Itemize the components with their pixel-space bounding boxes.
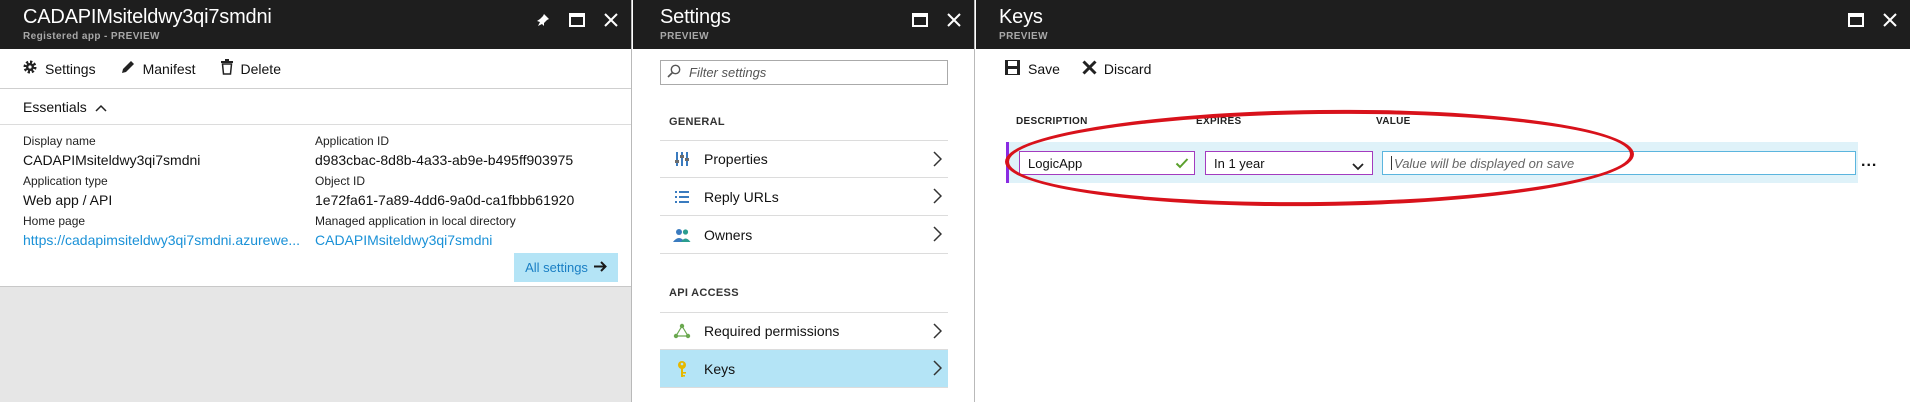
- sidebar-item-reply-urls[interactable]: Reply URLs: [660, 178, 948, 216]
- close-icon[interactable]: [1880, 10, 1900, 30]
- sidebar-item-properties[interactable]: Properties: [660, 140, 948, 178]
- settings-blade-title: Settings: [660, 6, 731, 28]
- all-settings-label: All settings: [525, 260, 588, 275]
- description-column-header: DESCRIPTION: [1016, 116, 1088, 127]
- all-settings-button[interactable]: All settings: [514, 253, 618, 282]
- api-access-group-label: API ACCESS: [669, 287, 739, 299]
- app-blade-subtitle: Registered app - PREVIEW: [23, 31, 160, 42]
- essentials-divider: [0, 124, 631, 125]
- save-button[interactable]: Save: [1004, 59, 1060, 79]
- essentials-properties: Display name CADAPIMsiteldwy3qi7smdni Ap…: [23, 134, 623, 254]
- essentials-toggle[interactable]: Essentials: [23, 99, 107, 115]
- key-description-value: LogicApp: [1028, 155, 1083, 171]
- object-id-label: Object ID: [315, 174, 366, 188]
- key-value-field[interactable]: Value will be displayed on save: [1382, 151, 1856, 175]
- keys-blade-title: Keys: [999, 6, 1043, 28]
- managed-app-label: Managed application in local directory: [315, 214, 516, 228]
- arrow-right-icon: [593, 260, 607, 275]
- maximize-icon[interactable]: [910, 10, 930, 30]
- app-blade-title: CADAPIMsiteldwy3qi7smdni: [23, 6, 272, 28]
- keys-command-bar: Save Discard: [976, 49, 1910, 89]
- settings-blade-header: Settings PREVIEW: [633, 0, 974, 49]
- object-id-value: 1e72fa61-7a89-4dd6-9a0d-ca1fbbb61920: [315, 192, 575, 208]
- checkmark-icon: [1175, 156, 1189, 173]
- app-id-label: Application ID: [315, 134, 390, 148]
- manifest-button[interactable]: Manifest: [120, 59, 196, 78]
- chevron-right-icon: [933, 226, 943, 245]
- more-options-button[interactable]: ...: [1861, 153, 1877, 171]
- maximize-icon[interactable]: [1846, 10, 1866, 30]
- general-group-label: GENERAL: [669, 116, 725, 128]
- pin-icon[interactable]: [533, 10, 553, 30]
- value-column-header: VALUE: [1376, 116, 1411, 127]
- search-icon: [667, 64, 681, 81]
- chevron-right-icon: [933, 188, 943, 207]
- pencil-icon: [120, 59, 136, 78]
- display-name-label: Display name: [23, 134, 96, 148]
- essentials-label: Essentials: [23, 99, 87, 115]
- settings-blade-subtitle: PREVIEW: [660, 31, 709, 42]
- list-icon: [672, 187, 692, 207]
- permissions-icon: [672, 321, 692, 341]
- filter-placeholder: Filter settings: [689, 65, 767, 80]
- key-description-input[interactable]: LogicApp: [1019, 151, 1195, 175]
- sidebar-item-required-permissions[interactable]: Required permissions: [660, 312, 948, 350]
- app-command-bar: Settings Manifest Delete: [0, 49, 631, 89]
- delete-button[interactable]: Delete: [220, 59, 281, 78]
- sidebar-item-label: Owners: [704, 226, 753, 243]
- discard-x-icon: [1082, 60, 1097, 78]
- gear-icon: [22, 59, 38, 78]
- app-blade-header: CADAPIMsiteldwy3qi7smdni Registered app …: [0, 0, 631, 49]
- sidebar-item-label: Reply URLs: [704, 188, 779, 205]
- properties-icon: [672, 149, 692, 169]
- save-button-label: Save: [1028, 61, 1060, 77]
- settings-button[interactable]: Settings: [22, 59, 96, 78]
- save-icon: [1004, 59, 1021, 79]
- managed-app-link[interactable]: CADAPIMsiteldwy3qi7smdni: [315, 232, 492, 248]
- app-type-label: Application type: [23, 174, 108, 188]
- expires-column-header: EXPIRES: [1196, 116, 1242, 127]
- chevron-right-icon: [933, 151, 943, 170]
- empty-area: [0, 286, 631, 402]
- chevron-right-icon: [933, 360, 943, 379]
- sidebar-item-keys[interactable]: Keys: [660, 350, 948, 388]
- app-blade: CADAPIMsiteldwy3qi7smdni Registered app …: [0, 0, 632, 402]
- app-id-value: d983cbac-8d8b-4a33-ab9e-b495ff903975: [315, 152, 574, 168]
- settings-blade: Settings PREVIEW Filter settings GENERAL…: [633, 0, 975, 402]
- sidebar-item-label: Keys: [704, 360, 736, 377]
- text-caret: [1391, 156, 1392, 170]
- home-page-link[interactable]: https://cadapimsiteldwy3qi7smdni.azurewe…: [23, 232, 300, 248]
- sidebar-item-label: Properties: [704, 151, 768, 167]
- settings-button-label: Settings: [45, 60, 96, 77]
- chevron-down-icon: [1352, 159, 1364, 174]
- display-name-value: CADAPIMsiteldwy3qi7smdni: [23, 152, 201, 168]
- key-value-placeholder: Value will be displayed on save: [1394, 155, 1575, 171]
- key-icon: [672, 359, 692, 379]
- close-icon[interactable]: [944, 10, 964, 30]
- discard-button[interactable]: Discard: [1082, 60, 1151, 78]
- chevron-right-icon: [933, 323, 943, 342]
- keys-blade-subtitle: PREVIEW: [999, 31, 1048, 42]
- key-row: LogicApp In 1 year Value will be display…: [1006, 142, 1876, 183]
- maximize-icon[interactable]: [567, 10, 587, 30]
- trash-icon: [220, 59, 234, 78]
- filter-settings-input[interactable]: Filter settings: [660, 60, 948, 85]
- manifest-button-label: Manifest: [142, 60, 196, 77]
- key-expires-value: In 1 year: [1214, 155, 1265, 171]
- home-page-label: Home page: [23, 214, 86, 228]
- keys-blade: Keys PREVIEW Save Discard DESCRIPTION EX…: [976, 0, 1910, 402]
- sidebar-item-owners[interactable]: Owners: [660, 216, 948, 254]
- users-icon: [672, 225, 692, 245]
- keys-blade-header: Keys PREVIEW: [976, 0, 1910, 49]
- close-icon[interactable]: [601, 10, 621, 30]
- sidebar-item-label: Required permissions: [704, 323, 840, 339]
- chevron-up-icon: [95, 99, 107, 115]
- delete-button-label: Delete: [240, 60, 281, 77]
- key-expires-select[interactable]: In 1 year: [1205, 151, 1373, 175]
- app-type-value: Web app / API: [23, 192, 113, 208]
- discard-button-label: Discard: [1103, 61, 1152, 77]
